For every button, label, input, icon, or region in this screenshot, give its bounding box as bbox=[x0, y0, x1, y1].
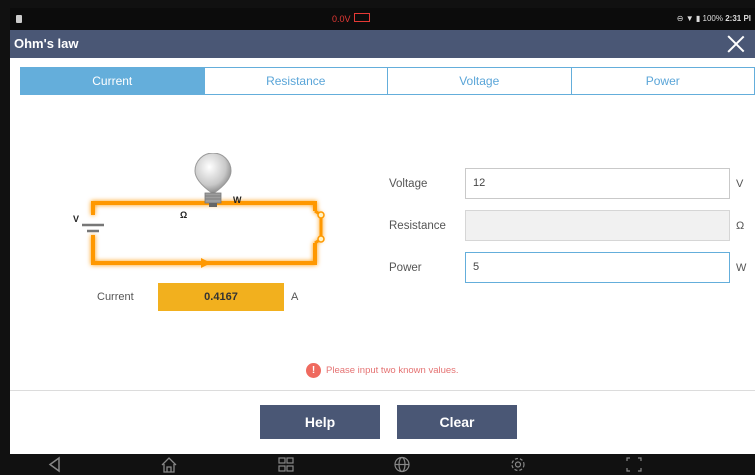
title-bar: Ohm's law bbox=[10, 30, 755, 58]
power-label: Power bbox=[389, 262, 422, 274]
browser-icon[interactable] bbox=[393, 456, 411, 473]
voltage-label: Voltage bbox=[389, 178, 428, 190]
bulb-w-label: W bbox=[233, 195, 242, 205]
validation-message: ! Please input two known values. bbox=[306, 363, 459, 379]
resistance-input[interactable] bbox=[465, 210, 730, 241]
clock: 2:31 PI bbox=[725, 14, 751, 23]
voltage-indicator: 0.0V bbox=[332, 14, 351, 24]
back-icon[interactable] bbox=[46, 456, 64, 473]
voltage-input[interactable]: 12 bbox=[465, 168, 730, 199]
resistance-label: Resistance bbox=[389, 220, 446, 232]
bulb-ohm-label: Ω bbox=[180, 210, 187, 220]
tab-power[interactable]: Power bbox=[570, 68, 754, 94]
info-icon: ! bbox=[306, 363, 321, 378]
battery-symbol bbox=[82, 223, 104, 233]
power-unit: W bbox=[736, 262, 747, 274]
resistance-unit: Ω bbox=[736, 220, 745, 232]
result-unit: A bbox=[291, 291, 299, 303]
circuit-diagram: V Ω W bbox=[73, 153, 325, 268]
power-input[interactable]: 5 bbox=[465, 252, 730, 283]
battery-icon: ▮ bbox=[695, 14, 701, 23]
help-button[interactable]: Help bbox=[260, 405, 380, 439]
current-arrow bbox=[201, 258, 211, 268]
do-not-disturb-icon: ⊖ bbox=[676, 14, 684, 23]
battery-v-label: V bbox=[73, 214, 79, 224]
device-frame: 0.0V ⊖ ▼ ▮ 100% 2:31 PI Ohm's law Curren… bbox=[0, 0, 755, 475]
sim-icon bbox=[16, 15, 22, 23]
tab-bar: Current Resistance Voltage Power bbox=[20, 67, 755, 95]
screenshot-icon[interactable] bbox=[625, 456, 643, 473]
vehicle-battery-icon bbox=[354, 13, 370, 22]
screen: 0.0V ⊖ ▼ ▮ 100% 2:31 PI Ohm's law Curren… bbox=[10, 8, 755, 475]
home-icon[interactable] bbox=[160, 456, 178, 473]
divider bbox=[10, 390, 755, 391]
apps-icon[interactable] bbox=[277, 456, 295, 473]
battery-percent: 100% bbox=[702, 14, 723, 23]
result-value: 0.4167 bbox=[158, 283, 284, 311]
settings-icon[interactable] bbox=[509, 456, 527, 473]
page-title: Ohm's law bbox=[14, 36, 79, 51]
status-bar: 0.0V ⊖ ▼ ▮ 100% 2:31 PI bbox=[10, 8, 755, 30]
tab-current[interactable]: Current bbox=[21, 68, 204, 94]
result-label: Current bbox=[97, 291, 134, 303]
voltage-unit: V bbox=[736, 178, 744, 190]
switch-terminal-top bbox=[317, 211, 325, 219]
bulb-icon bbox=[194, 153, 232, 207]
system-nav-bar bbox=[10, 454, 755, 475]
circuit-wire bbox=[91, 201, 323, 265]
tab-voltage[interactable]: Voltage bbox=[387, 68, 571, 94]
wifi-icon: ▼ bbox=[685, 14, 694, 23]
switch-terminal-bottom bbox=[317, 235, 325, 243]
clear-button[interactable]: Clear bbox=[397, 405, 517, 439]
tab-resistance[interactable]: Resistance bbox=[203, 68, 387, 94]
validation-text: Please input two known values. bbox=[326, 365, 459, 377]
status-right: ⊖ ▼ ▮ 100% 2:31 PI bbox=[677, 14, 751, 23]
close-icon[interactable] bbox=[725, 33, 747, 55]
